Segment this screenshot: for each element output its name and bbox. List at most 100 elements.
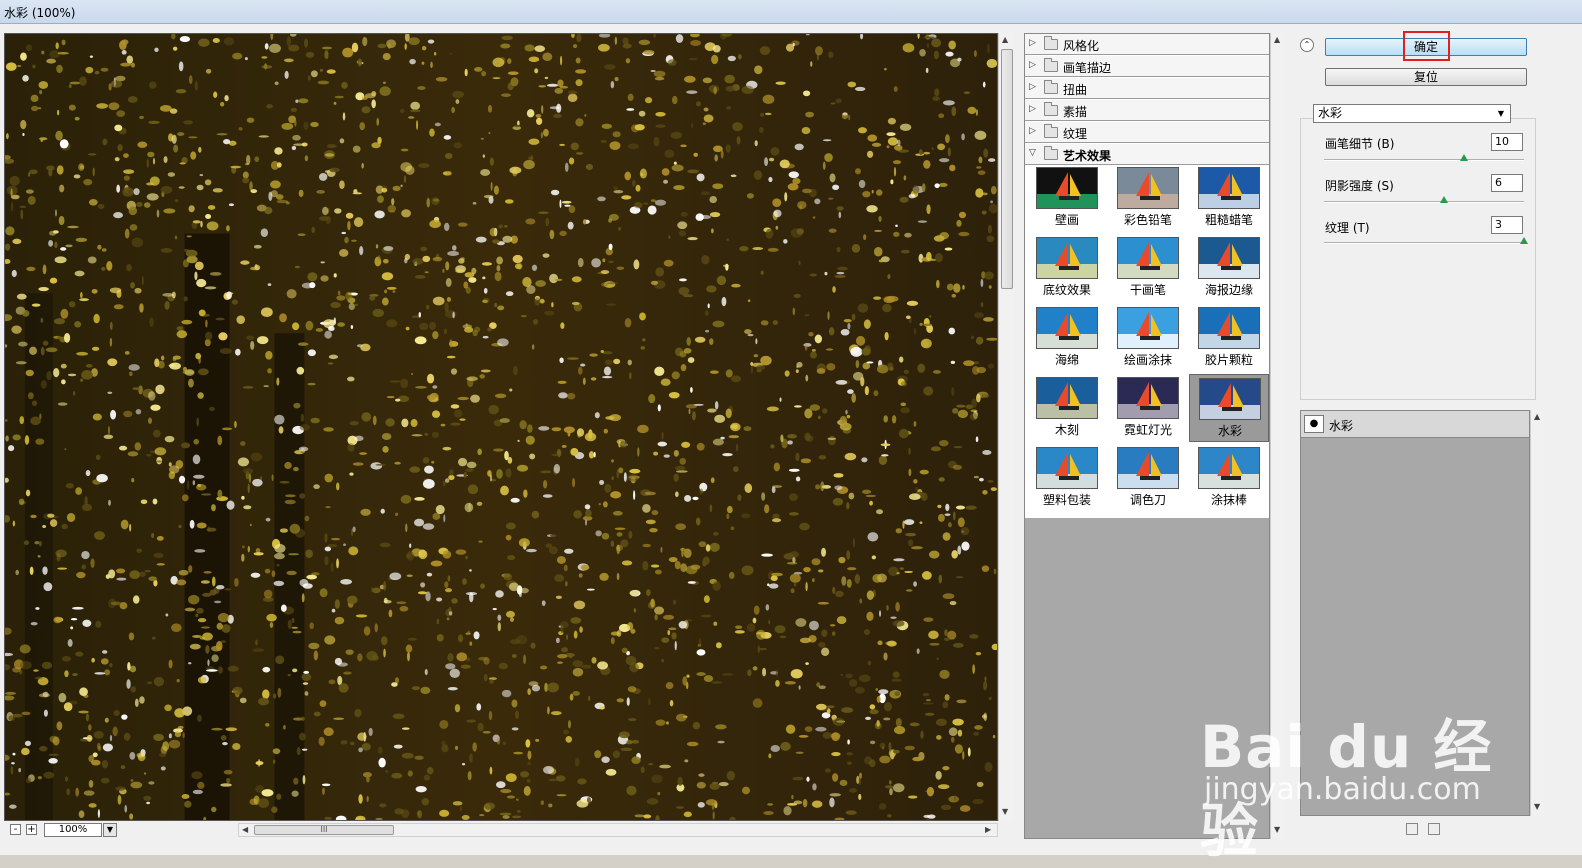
filter-thumbnail[interactable]: 塑料包装 [1027,444,1107,512]
folder-icon [1044,102,1058,116]
title-bar: 水彩 (100%) [0,0,1582,24]
category-distort[interactable]: ▷ 扭曲 [1025,78,1269,99]
effect-layer-name: 水彩 [1329,419,1354,433]
texture-label: 纹理 (T) [1325,221,1370,235]
collapse-gallery-icon[interactable]: ⌃ [1300,38,1314,52]
category-sketch[interactable]: ▷ 素描 [1025,100,1269,121]
effect-layers-panel: ● 水彩 [1300,410,1530,816]
filter-thumbnail[interactable]: 海绵 [1027,304,1107,372]
filter-thumbnail[interactable]: 水彩 [1189,374,1269,442]
preview-canvas[interactable] [4,33,998,821]
filter-preview-image [1198,167,1260,209]
filter-thumbnail-label: 壁画 [1054,213,1079,227]
filter-thumbnail[interactable]: 底纹效果 [1027,234,1107,302]
scroll-left-arrow-icon[interactable]: ◀ [242,825,248,834]
filter-thumbnail-label: 绘画涂抹 [1123,353,1172,367]
brush-detail-slider-knob[interactable] [1460,154,1468,161]
filter-preview-image [1036,237,1098,279]
shadow-intensity-slider[interactable] [1324,201,1524,203]
filter-gallery-window: 水彩 (100%) ▲ ▼ - + 100% ▼ ◀ III ▶ ▷ 风格化 ▷… [0,0,1582,865]
filter-preview-image [1036,167,1098,209]
zoom-in-button[interactable]: + [26,824,37,835]
filter-thumbnail[interactable]: 壁画 [1027,164,1107,232]
expand-triangle-icon[interactable]: ▷ [1029,60,1036,70]
category-artistic[interactable]: ▽ 艺术效果 [1025,144,1269,165]
filter-thumbnail[interactable]: 绘画涂抹 [1108,304,1188,372]
preview-horizontal-scrollbar[interactable]: ◀ III ▶ [238,823,998,837]
shadow-intensity-input[interactable]: 6 [1491,174,1523,192]
filter-preview-image [1117,167,1179,209]
reset-button[interactable]: 复位 [1325,68,1527,86]
brush-detail-input[interactable]: 10 [1491,133,1523,151]
scroll-right-arrow-icon[interactable]: ▶ [985,825,991,834]
filter-thumbnail[interactable]: 干画笔 [1108,234,1188,302]
effect-layer-row[interactable]: ● 水彩 [1301,411,1529,438]
filter-tree-scrollbar[interactable]: ▲ ▼ [1270,33,1284,839]
scroll-down-arrow-icon[interactable]: ▼ [1534,802,1540,811]
filter-tree-content: ▷ 风格化 ▷ 画笔描边 ▷ 扭曲 ▷ 素描 ▷ 纹理 ▽ 艺术效果 壁画 彩色… [1025,34,1269,518]
collapse-triangle-icon[interactable]: ▽ [1029,148,1036,158]
scroll-down-arrow-icon[interactable]: ▼ [1002,807,1008,816]
filter-tree: ▷ 风格化 ▷ 画笔描边 ▷ 扭曲 ▷ 素描 ▷ 纹理 ▽ 艺术效果 壁画 彩色… [1024,33,1270,839]
texture-slider-knob[interactable] [1520,237,1528,244]
expand-triangle-icon[interactable]: ▷ [1029,126,1036,136]
filter-thumbnail[interactable]: 涂抹棒 [1189,444,1269,512]
chevron-down-icon[interactable]: ▼ [1494,107,1508,120]
zoom-dropdown-icon[interactable]: ▼ [103,823,117,837]
filter-thumbnail-label: 木刻 [1054,423,1079,437]
scroll-up-arrow-icon[interactable]: ▲ [1002,35,1008,44]
preview-bottom-bar: - + 100% ▼ ◀ III ▶ [4,821,1014,839]
layers-scrollbar[interactable]: ▲ ▼ [1530,410,1544,816]
scroll-up-arrow-icon[interactable]: ▲ [1534,412,1540,421]
expand-triangle-icon[interactable]: ▷ [1029,38,1036,48]
texture-slider[interactable] [1324,242,1524,244]
filter-thumbnail[interactable]: 木刻 [1027,374,1107,442]
zoom-field[interactable]: 100% [44,823,102,837]
folder-open-icon [1044,146,1058,160]
brush-detail-slider[interactable] [1324,159,1524,161]
filter-thumbnail-label: 彩色铅笔 [1123,213,1172,227]
delete-effect-layer-icon[interactable] [1428,823,1440,835]
filter-thumbnail-label: 水彩 [1217,424,1242,438]
category-brush-strokes[interactable]: ▷ 画笔描边 [1025,56,1269,77]
folder-icon [1044,58,1058,72]
filter-preview-image [1117,447,1179,489]
scroll-down-arrow-icon[interactable]: ▼ [1274,825,1280,834]
shadow-intensity-slider-knob[interactable] [1440,196,1448,203]
texture-input[interactable]: 3 [1491,216,1523,234]
scroll-thumb[interactable]: III [254,825,394,835]
filter-preview-image [1036,377,1098,419]
filter-thumbnail-label: 调色刀 [1129,493,1166,507]
filter-thumbnail-label: 粗糙蜡笔 [1204,213,1253,227]
filter-thumbnail[interactable]: 调色刀 [1108,444,1188,512]
filter-preview-image [1199,378,1261,420]
filter-thumbnail[interactable]: 彩色铅笔 [1108,164,1188,232]
scroll-up-arrow-icon[interactable]: ▲ [1274,35,1280,44]
filter-thumbnail[interactable]: 海报边缘 [1189,234,1269,302]
filter-select[interactable]: 水彩 ▼ [1313,104,1511,123]
scroll-thumb[interactable] [1001,49,1013,289]
folder-icon [1044,80,1058,94]
window-title: 水彩 (100%) [4,6,76,20]
filter-thumbnail-label: 海报边缘 [1204,283,1253,297]
preview-vertical-scrollbar[interactable]: ▲ ▼ [998,33,1014,821]
new-effect-layer-icon[interactable] [1406,823,1418,835]
filter-thumbnail[interactable]: 胶片颗粒 [1189,304,1269,372]
filter-thumbnail-label: 塑料包装 [1042,493,1091,507]
filter-thumbnail[interactable]: 霓虹灯光 [1108,374,1188,442]
highlight-annotation [1403,31,1450,61]
filter-thumbnail-label: 底纹效果 [1042,283,1091,297]
expand-triangle-icon[interactable]: ▷ [1029,104,1036,114]
zoom-out-button[interactable]: - [10,824,21,835]
category-texture[interactable]: ▷ 纹理 [1025,122,1269,143]
category-stylize[interactable]: ▷ 风格化 [1025,34,1269,55]
filter-preview-image [1198,447,1260,489]
filter-preview-image [1198,237,1260,279]
eye-icon[interactable]: ● [1304,415,1324,433]
expand-triangle-icon[interactable]: ▷ [1029,82,1036,92]
filter-preview-image [1036,307,1098,349]
filter-preview-image [1117,237,1179,279]
filter-preview-image [1117,307,1179,349]
filter-thumbnail[interactable]: 粗糙蜡笔 [1189,164,1269,232]
folder-icon [1044,36,1058,50]
